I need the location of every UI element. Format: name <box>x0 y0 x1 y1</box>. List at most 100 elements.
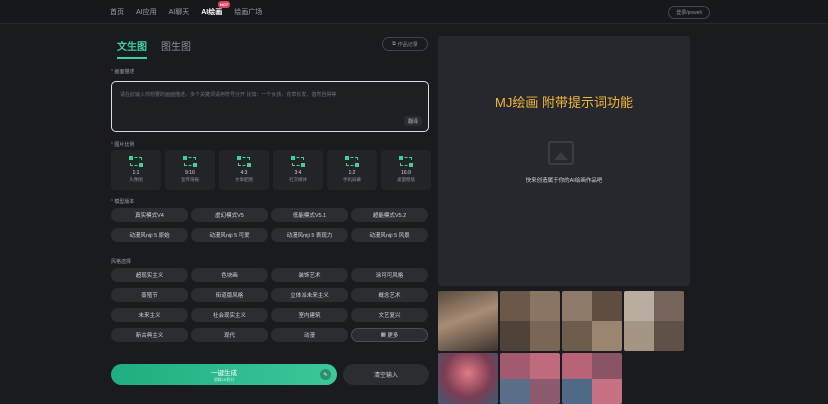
style-option[interactable]: 室内建筑 <box>271 308 348 322</box>
clear-input-button[interactable]: 清空输入 <box>343 364 429 385</box>
model-option[interactable]: 低能模式V5.1 <box>271 208 348 222</box>
ratio-option[interactable]: 4:3 文章配图 <box>219 150 269 190</box>
thumbnail-quadrant <box>654 291 684 321</box>
ratio-options: 1:1 头像图 9:16 宣传海报 4:3 文章配图 3:4 社交媒体 1:2 手机屏幕 … <box>111 150 431 190</box>
style-options: 超现实主义 色块画 装饰艺术 涂可可风格 蒸殖节 街道版风格 立体派未来主义 概… <box>111 268 428 342</box>
thumbnail-quadrant <box>592 378 622 404</box>
ratio-label: * 图片比例 <box>111 141 134 148</box>
ratio-value: 3:4 <box>294 170 302 176</box>
style-option[interactable]: 社会现实主义 <box>191 308 268 322</box>
model-option[interactable]: 超能模式V5.2 <box>351 208 428 222</box>
thumbnail-quadrant <box>500 378 530 404</box>
thumbnail-quadrant <box>562 378 592 404</box>
tab-image-to-image[interactable]: 图生图 <box>161 38 191 59</box>
model-option[interactable]: 动漫风niji 5 可爱 <box>191 228 268 242</box>
edit-icon[interactable]: ✎ <box>320 369 331 380</box>
model-label: * 模型版本 <box>111 198 134 205</box>
thumbnail-quadrant <box>654 321 684 351</box>
thumbnail-quadrant <box>592 321 622 351</box>
aspect-ratio-icon <box>399 156 413 167</box>
style-label: 风格选择 <box>111 258 131 265</box>
aspect-ratio-icon <box>237 156 251 167</box>
style-option[interactable]: 文艺复兴 <box>351 308 428 322</box>
gallery-thumbnail[interactable] <box>562 353 622 404</box>
model-label-text: 模型版本 <box>114 199 135 205</box>
nav-gallery[interactable]: 绘画广场 <box>234 7 262 17</box>
thumbnail-quadrant <box>562 291 592 321</box>
history-button-label: 作品记录 <box>397 41 418 48</box>
gallery-thumbnail[interactable] <box>562 291 622 351</box>
preview-panel: MJ绘画 附带提示词功能 快来创造属于你的AI绘画作品吧 <box>438 36 690 286</box>
thumbnail-quadrant <box>530 291 560 321</box>
generate-button[interactable]: 一键生成 消耗10积分 ✎ <box>111 364 337 385</box>
generate-label: 一键生成 <box>211 369 237 377</box>
style-option[interactable]: 色块画 <box>191 268 268 282</box>
thumbnail-quadrant <box>562 321 592 351</box>
model-option[interactable]: 虚幻模式V5 <box>191 208 268 222</box>
style-option[interactable]: 动漫 <box>271 328 348 342</box>
gallery-thumbnail[interactable] <box>438 291 498 351</box>
ratio-option[interactable]: 9:16 宣传海报 <box>165 150 215 190</box>
style-option[interactable]: 装饰艺术 <box>271 268 348 282</box>
style-option[interactable]: 街道版风格 <box>191 288 268 302</box>
ratio-option[interactable]: 1:2 手机屏幕 <box>327 150 377 190</box>
ratio-option[interactable]: 1:1 头像图 <box>111 150 161 190</box>
translate-button[interactable]: 翻译 <box>404 116 422 126</box>
ratio-name: 社交媒体 <box>289 177 307 182</box>
model-option[interactable]: 动漫风niji 5 原始 <box>111 228 188 242</box>
thumbnail-quadrant <box>624 291 654 321</box>
prompt-label: * 画面描述 <box>111 68 134 75</box>
model-option[interactable]: 真实模式V4 <box>111 208 188 222</box>
prompt-label-text: 画面描述 <box>114 69 135 75</box>
thumbnail-quadrant <box>624 321 654 351</box>
ratio-value: 4:3 <box>240 170 248 176</box>
history-button[interactable]: ⧉ 作品记录 <box>382 37 428 51</box>
gallery-thumbnail[interactable] <box>500 353 560 404</box>
aspect-ratio-icon <box>183 156 197 167</box>
style-option[interactable]: 蒸殖节 <box>111 288 188 302</box>
thumbnail-quadrant <box>500 353 530 379</box>
ratio-value: 9:16 <box>185 170 195 176</box>
style-option[interactable]: 超现实主义 <box>111 268 188 282</box>
more-styles-button[interactable]: ▦ 更多 <box>351 328 428 342</box>
generate-cost: 消耗10积分 <box>213 376 235 382</box>
style-option[interactable]: 立体派未来主义 <box>271 288 348 302</box>
style-option[interactable]: 概念艺术 <box>351 288 428 302</box>
aspect-ratio-icon <box>291 156 305 167</box>
more-styles-label: 更多 <box>387 333 399 339</box>
style-option[interactable]: 涂可可风格 <box>351 268 428 282</box>
nav-home[interactable]: 首页 <box>110 7 124 17</box>
prompt-textarea[interactable]: 请在此输入你想要的画面描述，多个关键词请用符号分开 比如：一个女孩，花草长发，悠… <box>111 81 429 132</box>
style-option[interactable]: 新古典主义 <box>111 328 188 342</box>
ratio-name: 手机屏幕 <box>343 177 361 182</box>
ratio-option[interactable]: 3:4 社交媒体 <box>273 150 323 190</box>
thumbnail-quadrant <box>530 321 560 351</box>
model-option[interactable]: 动漫风niji 5 风景 <box>351 228 428 242</box>
history-icon: ⧉ <box>392 41 396 47</box>
nav-ai-drawing[interactable]: AI绘画 HOT <box>201 1 231 17</box>
nav-ai-chat[interactable]: AI聊天 <box>169 7 190 17</box>
top-bar: 首页 AI应用 AI聊天 AI绘画 HOT 绘画广场 登录/poweli <box>0 0 828 24</box>
ratio-name: 桌面壁纸 <box>397 177 415 182</box>
gallery-thumbnail[interactable] <box>624 291 684 351</box>
prompt-placeholder: 请在此输入你想要的画面描述，多个关键词请用符号分开 比如：一个女孩，花草长发，悠… <box>120 92 337 98</box>
style-option[interactable]: 未来主义 <box>111 308 188 322</box>
tab-text-to-image[interactable]: 文生图 <box>117 38 147 59</box>
gallery-thumbnail[interactable] <box>438 353 498 404</box>
thumbnail-quadrant <box>530 353 560 379</box>
nav-ai-drawing-label: AI绘画 <box>201 9 223 16</box>
main-nav: 首页 AI应用 AI聊天 AI绘画 HOT 绘画广场 <box>110 0 262 24</box>
style-option[interactable]: 现代 <box>191 328 268 342</box>
ratio-option[interactable]: 16:9 桌面壁纸 <box>381 150 431 190</box>
gallery-thumbnail[interactable] <box>500 291 560 351</box>
aspect-ratio-icon <box>345 156 359 167</box>
style-label-text: 风格选择 <box>111 259 132 265</box>
ratio-value: 16:9 <box>401 170 411 176</box>
grid-icon: ▦ <box>380 332 388 338</box>
login-button[interactable]: 登录/poweli <box>668 6 710 19</box>
model-option[interactable]: 动漫风niji 5 表现力 <box>271 228 348 242</box>
ratio-name: 头像图 <box>129 177 143 182</box>
preview-hint: 快来创造属于你的AI绘画作品吧 <box>525 178 603 184</box>
nav-ai-apps[interactable]: AI应用 <box>136 7 157 17</box>
ratio-name: 宣传海报 <box>181 177 199 182</box>
